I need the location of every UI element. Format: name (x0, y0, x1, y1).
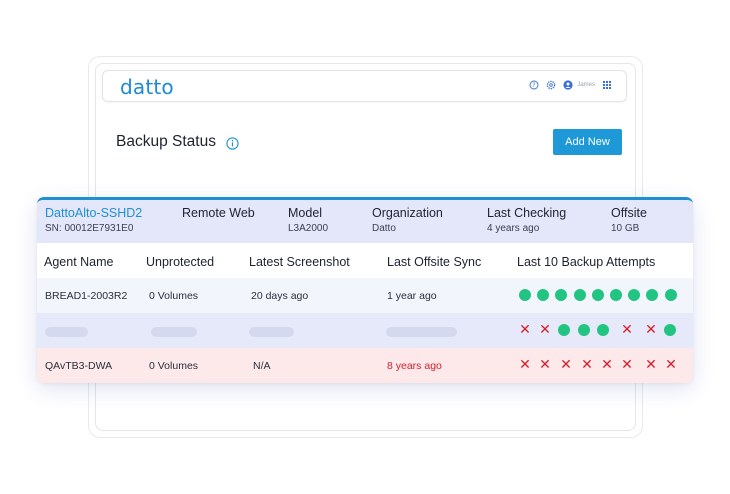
svg-text:?: ? (533, 82, 536, 89)
top-navbar: datto ? James (102, 70, 627, 102)
column-header-backup-attempts[interactable]: Last 10 Backup Attempts (517, 255, 655, 269)
table-row[interactable]: ✕ ✕ ✕ ✕ (37, 313, 693, 348)
backup-failed-icon[interactable]: ✕ (621, 323, 633, 337)
backup-failed-icon[interactable]: ✕ (519, 323, 531, 337)
backup-attempts: ✕ ✕ ✕ ✕ (519, 323, 679, 338)
column-header-last-offsite-sync[interactable]: Last Offsite Sync (387, 255, 481, 269)
device-serial: SN: 00012E7931E0 (45, 223, 134, 234)
column-header-latest-screenshot[interactable]: Latest Screenshot (249, 255, 350, 269)
backup-success-dot[interactable] (558, 324, 570, 336)
model-value: L3A2000 (288, 223, 329, 234)
loading-placeholder (45, 327, 88, 337)
device-organization: Organization Datto (372, 206, 443, 234)
unprotected-volumes: 0 Volumes (149, 290, 199, 302)
backup-failed-icon[interactable]: ✕ (601, 358, 613, 372)
backup-success-dot[interactable] (665, 289, 677, 301)
organization-value: Datto (372, 223, 396, 234)
backup-success-dot[interactable] (628, 289, 640, 301)
backup-attempts: ✕ ✕ ✕ ✕ ✕ ✕ ✕ ✕ (519, 358, 679, 373)
table-row[interactable]: QAvTB3-DWA 0 Volumes N/A 8 years ago ✕ ✕ ✕… (37, 348, 693, 383)
backup-success-dot[interactable] (646, 289, 658, 301)
column-header-unprotected[interactable]: Unprotected (146, 255, 214, 269)
backup-success-dot[interactable] (664, 324, 676, 336)
latest-screenshot: 20 days ago (251, 290, 309, 302)
backup-failed-icon[interactable]: ✕ (665, 358, 677, 372)
agent-name[interactable]: BREAD1-2003R2 (45, 290, 127, 302)
backup-attempts (519, 289, 679, 303)
backup-success-dot[interactable] (578, 324, 590, 336)
settings-icon[interactable] (546, 80, 556, 90)
remote-web: Remote Web (182, 206, 255, 220)
help-icon[interactable]: ? (529, 80, 539, 90)
backup-success-dot[interactable] (519, 289, 531, 301)
backup-failed-icon[interactable]: ✕ (645, 358, 657, 372)
navbar-icons: ? James (529, 80, 612, 90)
page-title: Backup Status (116, 133, 216, 150)
backup-success-dot[interactable] (597, 324, 609, 336)
column-header-agent-name[interactable]: Agent Name (44, 255, 113, 269)
last-offsite-sync: 1 year ago (387, 290, 437, 302)
table-row[interactable]: BREAD1-2003R2 0 Volumes 20 days ago 1 ye… (37, 278, 693, 313)
last-offsite-sync: 8 years ago (387, 360, 442, 372)
datto-logo[interactable]: datto (120, 75, 174, 99)
last-checking-value: 4 years ago (487, 223, 540, 234)
offsite-label: Offsite (611, 206, 647, 220)
device-offsite: Offsite 10 GB (611, 206, 647, 234)
offsite-value: 10 GB (611, 223, 640, 234)
loading-placeholder (249, 327, 294, 337)
agent-name[interactable]: QAvTB3-DWA (45, 360, 112, 372)
user-name[interactable]: James (577, 82, 595, 88)
add-new-button[interactable]: Add New (553, 129, 622, 155)
unprotected-volumes: 0 Volumes (149, 360, 199, 372)
device-last-checking: Last Checking 4 years ago (487, 206, 566, 234)
device-backup-card: DattoAlto-SSHD2 SN: 00012E7931E0 Remote … (37, 197, 693, 383)
backup-success-dot[interactable] (574, 289, 586, 301)
loading-placeholder (386, 327, 457, 337)
backup-failed-icon[interactable]: ✕ (539, 323, 551, 337)
user-icon[interactable] (563, 80, 573, 90)
table-header: Agent Name Unprotected Latest Screenshot… (37, 243, 693, 278)
backup-failed-icon[interactable]: ✕ (621, 358, 633, 372)
loading-placeholder (151, 327, 197, 337)
latest-screenshot: N/A (253, 360, 271, 372)
info-icon[interactable] (226, 137, 239, 150)
backup-failed-icon[interactable]: ✕ (539, 358, 551, 372)
backup-success-dot[interactable] (555, 289, 567, 301)
backup-success-dot[interactable] (592, 289, 604, 301)
remote-web-link[interactable]: Remote Web (182, 206, 255, 220)
backup-failed-icon[interactable]: ✕ (581, 358, 593, 372)
device-identity: DattoAlto-SSHD2 SN: 00012E7931E0 (45, 206, 142, 234)
device-model: Model L3A2000 (288, 206, 328, 234)
backup-failed-icon[interactable]: ✕ (519, 358, 531, 372)
backup-failed-icon[interactable]: ✕ (560, 358, 572, 372)
backup-success-dot[interactable] (610, 289, 622, 301)
device-name-link[interactable]: DattoAlto-SSHD2 (45, 206, 142, 220)
apps-grid-icon[interactable] (602, 80, 612, 90)
backup-failed-icon[interactable]: ✕ (645, 323, 657, 337)
model-label: Model (288, 206, 323, 220)
organization-label: Organization (372, 206, 443, 220)
backup-success-dot[interactable] (537, 289, 549, 301)
device-summary-row: DattoAlto-SSHD2 SN: 00012E7931E0 Remote … (37, 200, 693, 243)
last-checking-label: Last Checking (487, 206, 567, 220)
